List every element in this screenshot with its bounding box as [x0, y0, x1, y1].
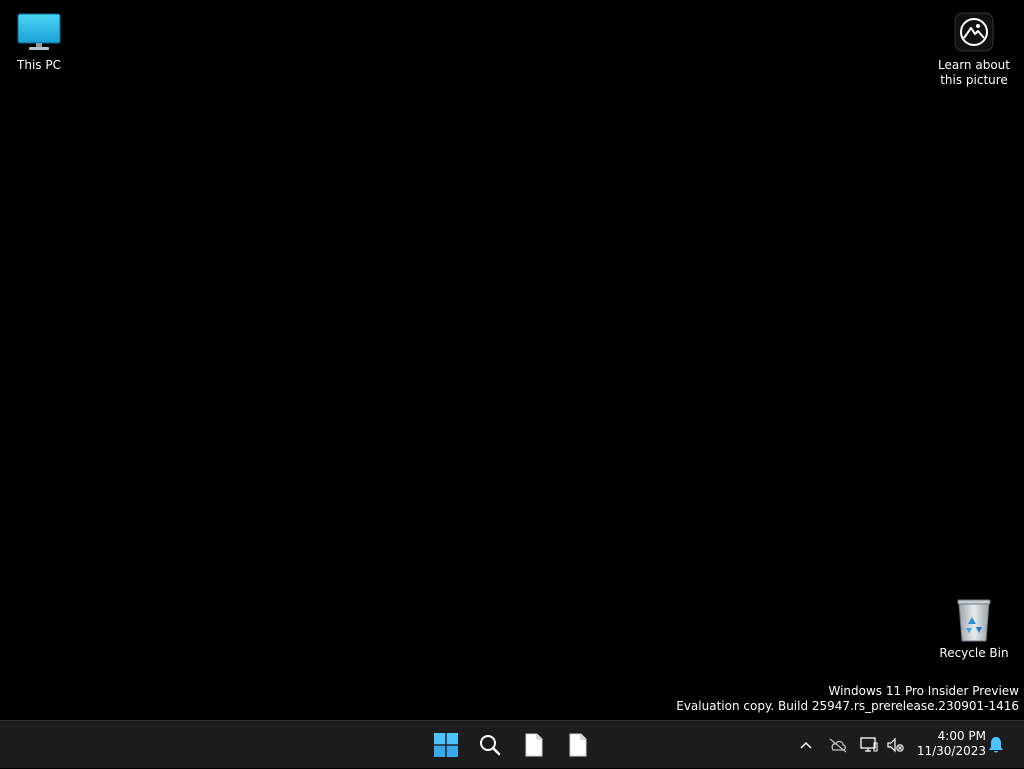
evaluation-watermark: Windows 11 Pro Insider Preview Evaluatio… [676, 684, 1019, 714]
document-icon [525, 733, 543, 757]
learn-label-line1: Learn about [938, 58, 1010, 72]
search-button[interactable] [470, 725, 510, 765]
desktop-icon-recycle-bin[interactable]: Recycle Bin [936, 596, 1012, 661]
start-button[interactable] [426, 725, 466, 765]
desktop-icon-learn-about-picture[interactable]: Learn about this picture [936, 8, 1012, 88]
clock-time: 4:00 PM [937, 729, 986, 743]
search-icon [480, 735, 501, 756]
cloud-offline-icon [829, 738, 847, 753]
recycle-bin-label: Recycle Bin [939, 646, 1009, 660]
this-pc-label: This PC [17, 58, 61, 72]
desktop-icon-this-pc[interactable]: This PC [1, 8, 77, 73]
volume-tray-button[interactable] [884, 721, 906, 769]
watermark-line1: Windows 11 Pro Insider Preview [828, 684, 1019, 698]
clock-button[interactable]: 4:00 PM 11/30/2023 [912, 729, 986, 759]
document-icon [569, 733, 587, 757]
network-tray-button[interactable] [858, 721, 880, 769]
onedrive-tray-button[interactable] [826, 721, 850, 769]
network-icon [860, 737, 878, 752]
clock-date: 11/30/2023 [916, 744, 986, 758]
learn-label-line2: this picture [940, 73, 1008, 87]
notifications-button[interactable] [985, 721, 1007, 769]
windows-logo-icon [434, 733, 458, 757]
watermark-line2: Evaluation copy. Build 25947.rs_prerelea… [676, 699, 1019, 713]
camera-icon [950, 8, 998, 56]
taskbar: 4:00 PM 11/30/2023 [0, 720, 1024, 768]
desktop[interactable]: This PC Learn about this picture Recycle… [0, 0, 1024, 720]
taskbar-app-document-2[interactable] [558, 725, 598, 765]
bell-icon [989, 737, 1003, 753]
show-hidden-icons-button[interactable] [794, 721, 818, 769]
chevron-up-icon [800, 741, 812, 749]
taskbar-app-document-1[interactable] [514, 725, 554, 765]
volume-muted-icon [887, 737, 904, 753]
recycle-bin-icon [950, 596, 998, 644]
monitor-icon [15, 8, 63, 56]
